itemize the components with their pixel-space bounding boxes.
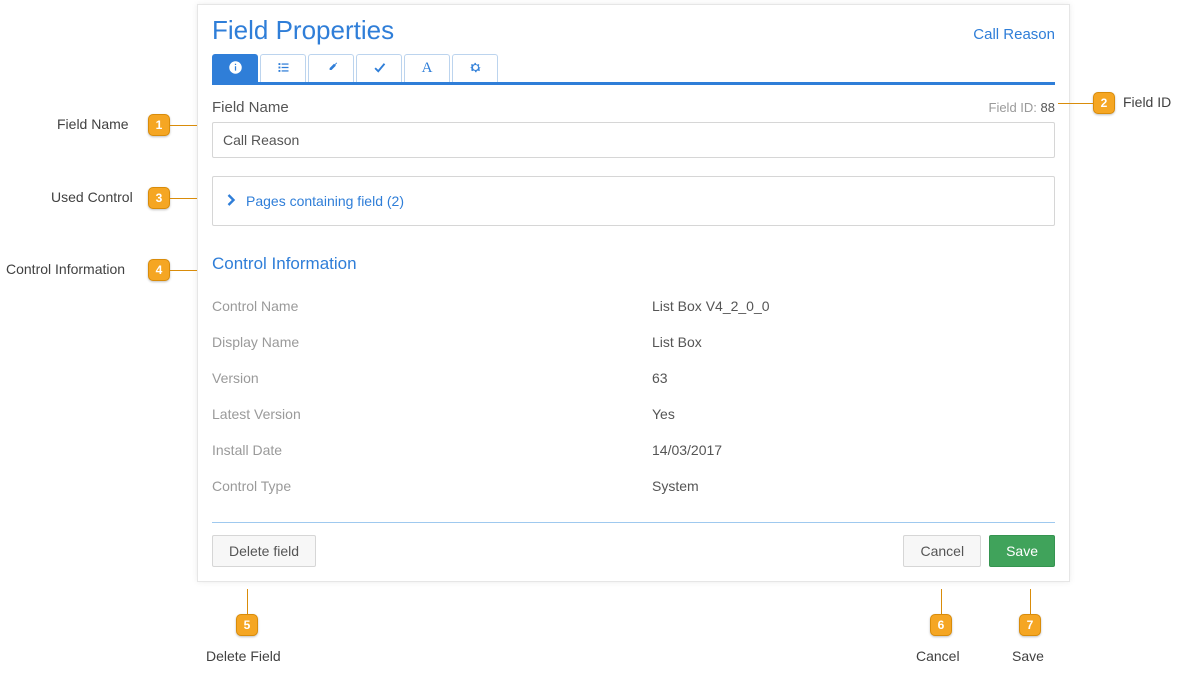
callout-label-4: Control Information (6, 261, 125, 277)
info-val: System (652, 478, 699, 494)
delete-field-button[interactable]: Delete field (212, 535, 316, 567)
eyedropper-icon (324, 60, 339, 78)
callout-badge-6: 6 (930, 614, 952, 636)
tab-info[interactable] (212, 54, 258, 82)
tabstrip: A (212, 54, 1055, 85)
info-row-latest-version: Latest Version Yes (212, 396, 1055, 432)
gear-icon (468, 60, 483, 78)
info-val: List Box V4_2_0_0 (652, 298, 770, 314)
pages-expander-label: Pages containing field (2) (246, 193, 404, 209)
callout-badge-4: 4 (148, 259, 170, 281)
chevron-right-icon (227, 193, 236, 209)
info-key: Control Type (212, 478, 652, 494)
info-row-control-type: Control Type System (212, 468, 1055, 504)
info-val: 63 (652, 370, 668, 386)
callout-label-5: Delete Field (206, 648, 281, 664)
callout-line (1030, 589, 1031, 614)
text-a-icon: A (422, 60, 433, 77)
tab-list[interactable] (260, 54, 306, 82)
context-field-name: Call Reason (973, 26, 1055, 43)
tab-settings[interactable] (452, 54, 498, 82)
callout-label-1: Field Name (57, 116, 129, 132)
callout-line (247, 589, 248, 614)
field-properties-panel: Field Properties Call Reason A (197, 4, 1070, 582)
field-id-value: 88 (1041, 100, 1055, 115)
tab-text[interactable]: A (404, 54, 450, 82)
field-id-label: Field ID: (989, 100, 1037, 115)
save-button[interactable]: Save (989, 535, 1055, 567)
footer-buttons: Delete field Cancel Save (212, 535, 1055, 567)
cancel-button[interactable]: Cancel (903, 535, 981, 567)
callout-line (170, 198, 197, 199)
info-val: List Box (652, 334, 702, 350)
tab-check[interactable] (356, 54, 402, 82)
separator (212, 522, 1055, 523)
field-name-input[interactable] (212, 122, 1055, 158)
panel-title: Field Properties (212, 15, 394, 46)
info-key: Version (212, 370, 652, 386)
info-key: Control Name (212, 298, 652, 314)
info-val: 14/03/2017 (652, 442, 722, 458)
info-val: Yes (652, 406, 675, 422)
callout-badge-3: 3 (148, 187, 170, 209)
field-name-label: Field Name (212, 99, 289, 116)
info-row-install-date: Install Date 14/03/2017 (212, 432, 1055, 468)
callout-line (170, 125, 197, 126)
callout-label-7: Save (1012, 648, 1044, 664)
callout-badge-1: 1 (148, 114, 170, 136)
info-icon (228, 60, 243, 78)
callout-line (170, 270, 197, 271)
pages-containing-field-expander[interactable]: Pages containing field (2) (212, 176, 1055, 226)
list-icon (276, 60, 291, 78)
info-key: Install Date (212, 442, 652, 458)
callout-label-3: Used Control (51, 189, 133, 205)
check-icon (372, 60, 387, 78)
callout-label-2: Field ID (1123, 94, 1171, 110)
callout-badge-2: 2 (1093, 92, 1115, 114)
info-key: Latest Version (212, 406, 652, 422)
tab-eyedropper[interactable] (308, 54, 354, 82)
callout-line (941, 589, 942, 614)
info-row-version: Version 63 (212, 360, 1055, 396)
control-information-heading: Control Information (212, 254, 1055, 274)
callout-line (1058, 103, 1093, 104)
info-row-display-name: Display Name List Box (212, 324, 1055, 360)
callout-badge-7: 7 (1019, 614, 1041, 636)
callout-badge-5: 5 (236, 614, 258, 636)
field-name-row: Field Name Field ID: 88 (212, 99, 1055, 116)
field-id: Field ID: 88 (989, 100, 1056, 115)
panel-header: Field Properties Call Reason (212, 15, 1055, 46)
callout-label-6: Cancel (916, 648, 960, 664)
spacer (324, 535, 895, 567)
info-key: Display Name (212, 334, 652, 350)
info-row-control-name: Control Name List Box V4_2_0_0 (212, 288, 1055, 324)
control-info-table: Control Name List Box V4_2_0_0 Display N… (212, 288, 1055, 504)
